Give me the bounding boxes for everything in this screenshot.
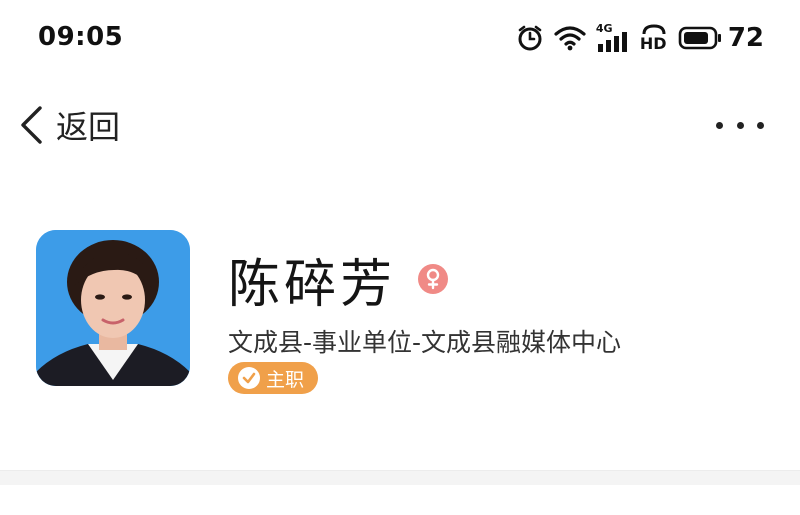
alarm-icon <box>518 25 542 51</box>
battery-level: 72 <box>727 23 764 53</box>
verified-check-icon <box>238 367 260 389</box>
back-button[interactable]: 返回 <box>18 99 120 151</box>
name-row: 陈碎芳 <box>228 239 449 319</box>
battery-icon <box>678 26 721 50</box>
nav-bar: 返回 <box>0 95 800 155</box>
wifi-icon <box>554 26 586 51</box>
profile-card: 陈碎芳 文成县-事业单位-文成县融媒体中心 主职 <box>0 225 800 395</box>
more-horizontal-icon-dot <box>716 121 723 129</box>
hd-label: HD <box>639 34 667 53</box>
female-icon <box>418 264 449 294</box>
status-icons: 4G HD 72 <box>506 20 764 56</box>
status-bar: 09:05 4G HD 72 <box>0 0 800 80</box>
organization-path: 文成县-事业单位-文成县融媒体中心 <box>228 328 622 357</box>
role-badge: 主职 <box>228 362 319 394</box>
more-horizontal-icon-dot <box>736 121 744 129</box>
more-horizontal-icon-dot <box>757 121 764 129</box>
back-label: 返回 <box>56 108 121 146</box>
hd-voice-icon: HD <box>639 24 668 53</box>
profile-name: 陈碎芳 <box>228 254 397 315</box>
signal-4g-icon: 4G <box>596 22 630 52</box>
section-divider <box>0 470 800 485</box>
avatar-photo <box>36 230 190 386</box>
avatar[interactable] <box>36 230 190 386</box>
chevron-left-icon <box>21 106 42 144</box>
role-label: 主职 <box>266 368 305 391</box>
more-button[interactable] <box>716 105 764 145</box>
status-time: 09:05 <box>38 22 124 52</box>
